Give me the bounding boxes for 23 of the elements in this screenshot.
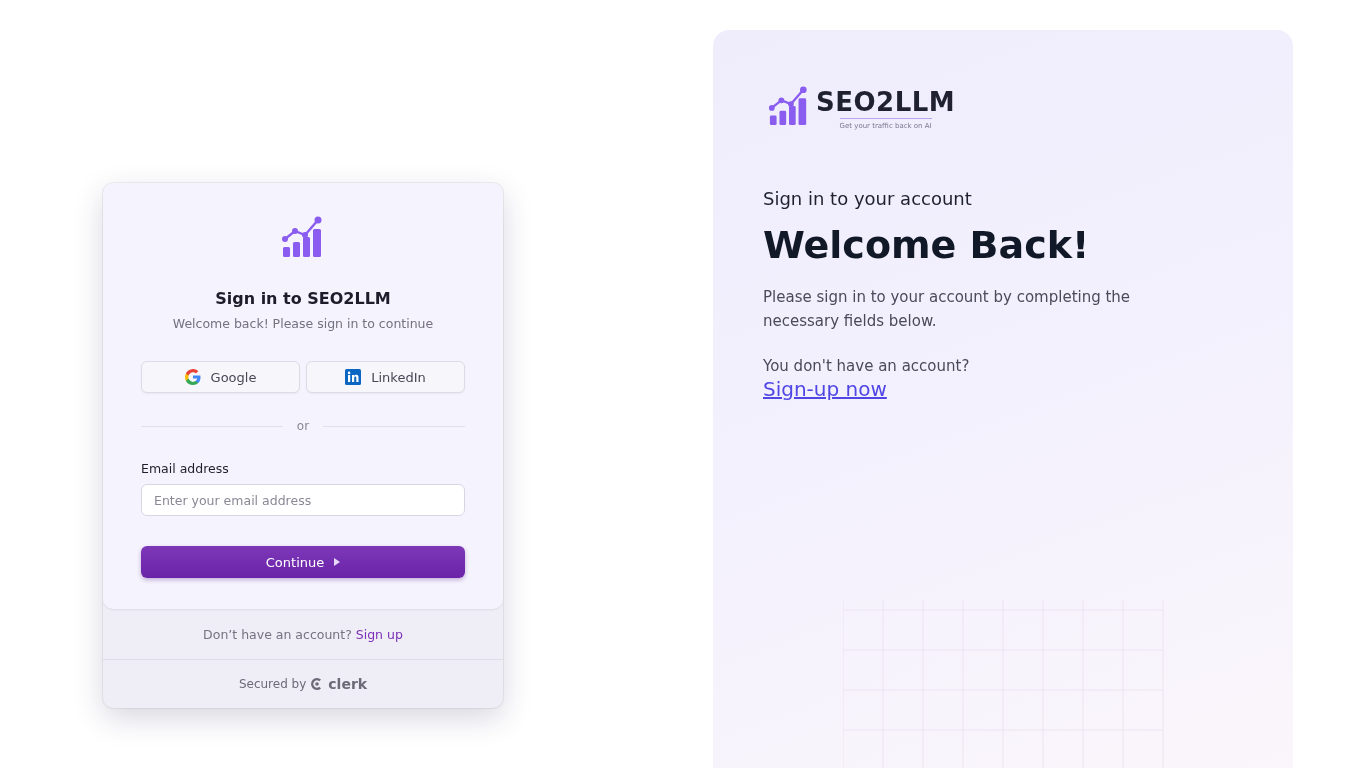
- continue-button[interactable]: Continue: [141, 546, 465, 578]
- panel-subtitle: Sign in to your account: [763, 187, 973, 209]
- sign-up-link[interactable]: Sign up: [355, 626, 403, 642]
- social-sign-in-button[interactable]: LinkedIn: [306, 361, 465, 393]
- card-title: Sign in to SEO2LLM: [215, 289, 391, 308]
- account-prompt: You don't have an account?: [763, 356, 971, 375]
- brand-icon: [311, 677, 324, 691]
- card-subtitle: Welcome back! Please sign in to continue: [172, 316, 434, 331]
- divider-label: or: [296, 419, 310, 433]
- caret-icon: [334, 558, 341, 566]
- sign-up-prompt: Don’t have an account? Sign up: [203, 626, 403, 642]
- chart-logo-icon: [768, 85, 810, 127]
- social-sign-in-button[interactable]: Google: [141, 361, 300, 393]
- google-icon: [184, 369, 201, 385]
- brand-name: clerk: [328, 676, 368, 692]
- panel-description: Please sign in to your account by completing the necessary fields below.: [763, 286, 1132, 332]
- email-field[interactable]: Enter your email address: [141, 484, 465, 516]
- sign-up-now-link[interactable]: Sign-up now: [763, 376, 887, 401]
- email-label: Email address: [141, 461, 229, 476]
- secured-by-label: Secured by: [238, 677, 307, 691]
- linkedin-icon: [345, 369, 362, 385]
- logo-name: SEO2LLM: [816, 88, 956, 117]
- panel-heading: Welcome Back!: [763, 222, 1091, 267]
